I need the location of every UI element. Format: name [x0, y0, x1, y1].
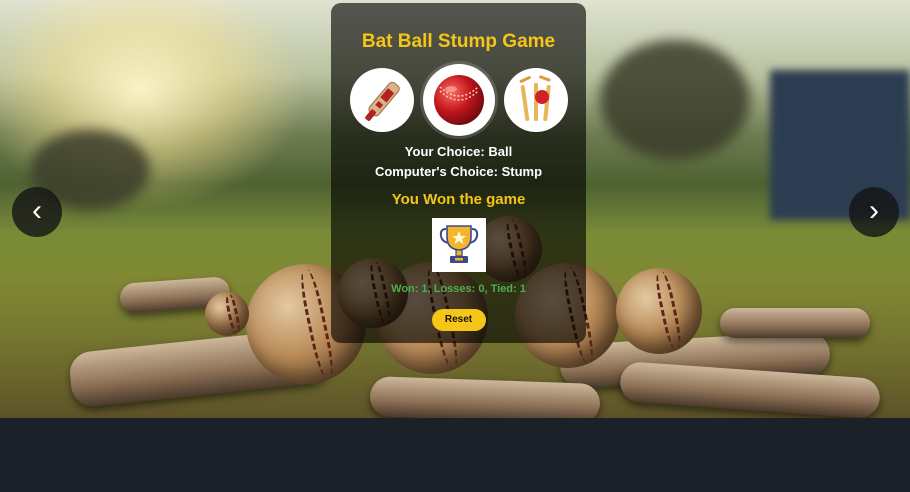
stump-icon — [519, 75, 551, 121]
ball-image — [616, 268, 702, 354]
result-image — [431, 218, 486, 272]
computer-choice-text: Computer's Choice: Stump — [374, 164, 543, 179]
game-title: Bat Ball Stump Game — [361, 31, 556, 52]
bat-icon — [364, 81, 400, 121]
game-panel: Bat Ball Stump Game Your Choice: Ball Co… — [331, 3, 586, 343]
choice-list — [331, 64, 586, 136]
result-text: You Won the game — [391, 191, 526, 208]
bat-image — [720, 308, 870, 338]
your-choice-text: Your Choice: Ball — [404, 144, 513, 159]
bat-image — [369, 375, 601, 418]
carousel-prev-button[interactable]: ‹ — [12, 187, 62, 237]
stump-choice-button[interactable] — [503, 68, 568, 132]
tree-blur — [600, 40, 750, 160]
bat-choice-button[interactable] — [349, 68, 414, 132]
ball-icon — [433, 75, 484, 125]
ball-image — [205, 292, 249, 336]
carousel-next-button[interactable]: › — [849, 187, 899, 237]
score-text: Won: 1, Losses: 0, Tied: 1 — [391, 283, 526, 295]
ball-choice-button[interactable] — [422, 64, 495, 136]
trophy-icon — [439, 225, 478, 263]
footer-bar — [0, 418, 910, 492]
reset-button[interactable]: Reset — [431, 309, 486, 331]
